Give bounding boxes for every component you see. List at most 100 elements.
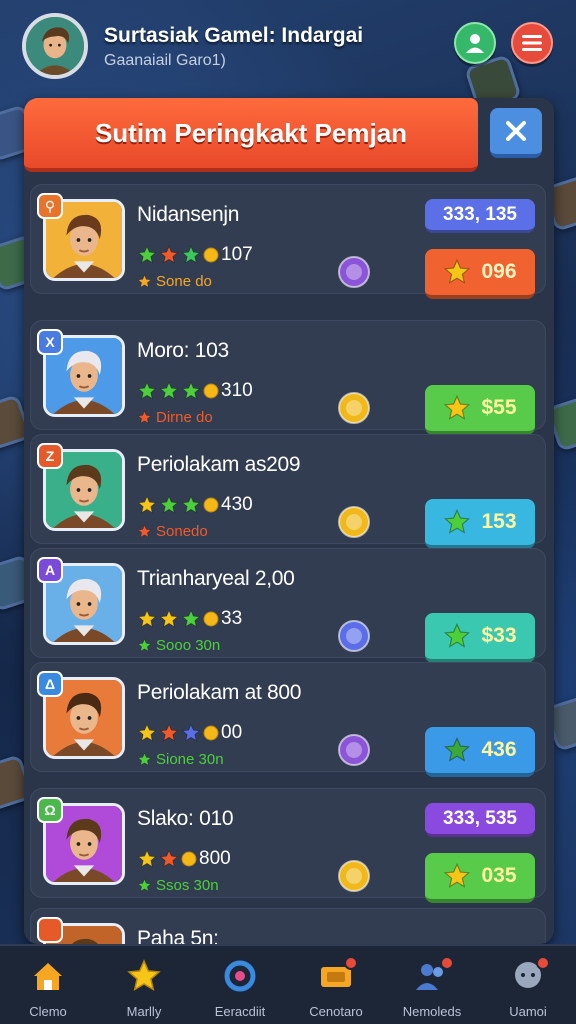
star-icon [181,723,201,742]
nav-label: Marlly [126,1004,162,1019]
claim-button[interactable]: 436 [425,727,535,777]
star-icon [137,849,157,868]
star-icon [181,495,201,514]
rank-badge: A [37,557,63,583]
row-subtitle-text: Sone do [156,273,212,290]
close-button[interactable] [490,108,542,158]
claim-button[interactable]: 035 [425,853,535,903]
star-icon [444,258,471,284]
nav-label: Eeracdiit [214,1004,266,1019]
claim-button[interactable]: 153 [425,499,535,549]
row-stat-value: 310 [221,380,253,401]
row-stat-value: 430 [221,494,253,515]
star-icon [181,609,201,628]
claim-button-label: 153 [481,510,517,533]
reward-gem[interactable] [337,505,371,539]
row-stat-value: 00 [221,722,243,743]
score-pill: 333, 535 [425,803,535,837]
star-icon [181,381,201,400]
gem-coin-icon [338,392,370,424]
leaderboard-row[interactable]: ⚲ Nidansenjn 107 Sone do 333, 135 096 [30,184,546,299]
reward-gem[interactable] [337,619,371,653]
reward-gem[interactable] [337,391,371,425]
rank-badge: Ω [37,797,63,823]
star-icon [137,878,152,892]
star-icon [137,609,157,628]
menu-button[interactable] [511,22,553,64]
nav-item[interactable]: Marlly [96,946,192,1024]
close-icon [506,121,526,141]
star-icon [444,622,471,648]
star-icon [159,245,179,264]
claim-button[interactable]: $33 [425,613,535,663]
star-icon [444,394,471,420]
claim-button-label: $33 [481,624,517,647]
coin-icon [203,497,219,513]
nav-label: Nemoleds [402,1004,462,1019]
gem-coin-icon [338,506,370,538]
row-subtitle-text: Sonedo [156,523,208,540]
reward-gem[interactable] [337,859,371,893]
row-subtitle: Sooo 30n [137,637,220,654]
reward-gem[interactable] [337,733,371,767]
row-stats: 310 [137,379,253,403]
nav-item[interactable]: Eeracdiit [192,946,288,1024]
claim-button[interactable]: 096 [425,249,535,299]
player-name: Surtasiak Gamel: Indargai [104,24,364,47]
leaderboard-row[interactable]: Ω Slako: 010 800 Ssos 30n 333, 535 035 [30,788,546,903]
star-icon [159,723,179,742]
nav-item[interactable]: Nemoleds [384,946,480,1024]
row-subtitle-text: Sione 30n [156,751,224,768]
star-icon [159,609,179,628]
row-stat-value: 800 [199,848,231,869]
notification-dot [440,956,454,970]
swirl-icon [222,958,258,994]
player-avatar[interactable] [22,13,88,79]
rank-badge [37,917,63,943]
friend-button[interactable] [454,22,496,64]
row-subtitle-text: Sooo 30n [156,637,221,654]
claim-button-label: 436 [481,738,517,761]
gem-coin-icon [338,860,370,892]
row-player-name: Nidansenjn [137,203,240,226]
claim-button-label: $55 [481,396,517,419]
gem-coin-icon [338,256,370,288]
avatar-face-icon [26,17,84,75]
nav-item[interactable]: Uamoi [480,946,576,1024]
star-icon [137,495,157,514]
leaderboard-row[interactable]: X Moro: 103 310 Dirne do $55 [30,320,546,435]
nav-label: Clemo [29,1004,67,1019]
row-stats: 430 [137,493,253,517]
row-subtitle-text: Dirne do [156,409,213,426]
row-subtitle: Ssos 30n [137,877,219,894]
leaderboard-row[interactable]: A Trianharyeal 2,00 33 Sooo 30n $33 [30,548,546,663]
panel-title: Sutim Peringkakt Pemjan [94,117,408,148]
leaderboard-row[interactable]: Z Periolakam as209 430 Sonedo 153 [30,434,546,549]
claim-button[interactable]: $55 [425,385,535,435]
bottom-nav: Clemo Marlly Eeracdiit Cenotaro Nemoleds… [0,944,576,1024]
nav-item[interactable]: Cenotaro [288,946,384,1024]
coin-icon [203,725,219,741]
star-icon [137,274,152,288]
row-subtitle: Sione 30n [137,751,224,768]
star-icon [137,410,152,424]
score-pill: 333, 135 [425,199,535,233]
rank-badge: Δ [37,671,63,697]
leaderboard-row[interactable]: Δ Periolakam at 800 00 Sione 30n 436 [30,662,546,777]
row-stat-value: 107 [221,244,253,265]
nav-label: Cenotaro [309,1004,363,1019]
row-stats: 800 [137,847,231,871]
hamburger-icon [522,35,542,51]
user-icon [466,34,484,53]
leaderboard-row[interactable]: Paha 5n: [30,908,546,944]
nav-item[interactable]: Clemo [0,946,96,1024]
nav-label: Uamoi [509,1004,547,1019]
notification-dot [536,956,550,970]
header: Surtasiak Gamel: Indargai Gaanaiail Garo… [0,0,576,96]
row-subtitle-text: Ssos 30n [156,877,219,894]
reward-gem[interactable] [337,255,371,289]
leaderboard-panel: Sutim Peringkakt Pemjan ⚲ Nidansenjn 107 [24,98,554,944]
coin-icon [181,851,197,867]
star-icon [444,736,471,762]
coin-icon [203,611,219,627]
